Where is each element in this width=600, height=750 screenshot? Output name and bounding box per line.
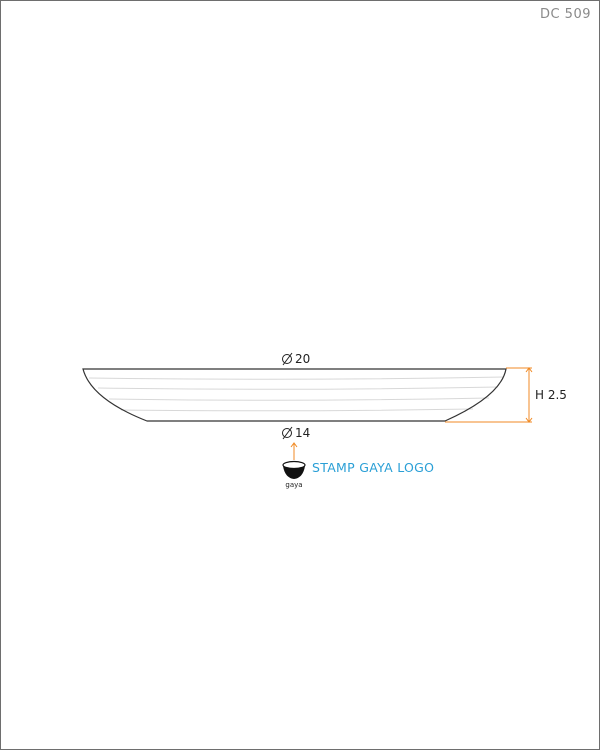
contour-line bbox=[108, 397, 490, 401]
bottom-diameter-value: 14 bbox=[295, 426, 310, 440]
top-diameter-label: 20 bbox=[282, 352, 310, 366]
drawing-sheet: DC 509 20 14 H 2.5 gaya STAMP GAYA LOGO bbox=[0, 0, 600, 750]
contour-line bbox=[97, 386, 499, 390]
stamp-logo-text: gaya bbox=[285, 481, 302, 489]
dish-profile bbox=[82, 368, 507, 422]
contour-line bbox=[88, 376, 505, 380]
contour-lines bbox=[88, 376, 505, 412]
contour-line bbox=[120, 408, 474, 412]
stamp-note: STAMP GAYA LOGO bbox=[312, 460, 434, 475]
stamp-pointer bbox=[290, 442, 298, 460]
top-diameter-value: 20 bbox=[295, 352, 310, 366]
dish-drawing: 20 14 H 2.5 gaya STAMP GAYA LOGO bbox=[82, 352, 567, 489]
height-value: H 2.5 bbox=[535, 388, 567, 402]
bottom-diameter-label: 14 bbox=[282, 426, 310, 440]
gaya-logo-stamp: gaya bbox=[282, 460, 306, 489]
